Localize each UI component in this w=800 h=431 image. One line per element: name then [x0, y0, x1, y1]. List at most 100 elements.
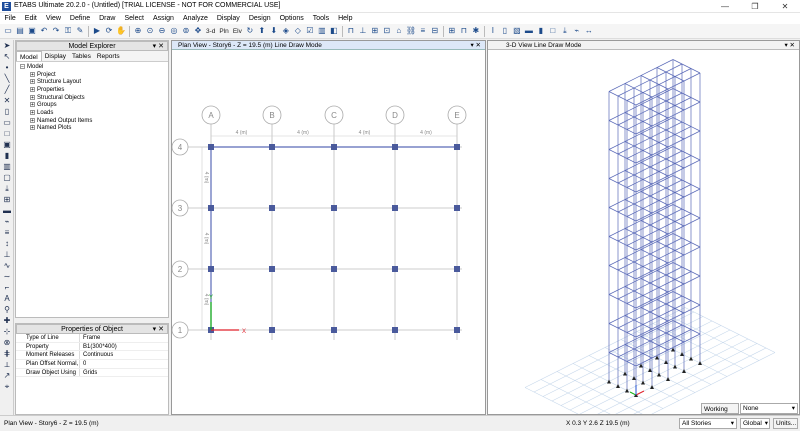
- view-3d-button[interactable]: 3-d: [206, 28, 215, 35]
- draw-floor-icon[interactable]: ▭: [2, 118, 12, 127]
- design-icon[interactable]: ⌂: [394, 26, 404, 36]
- draw-stack-wall-icon[interactable]: ▥: [2, 162, 12, 171]
- tree-item-named-plots[interactable]: + Named Plots: [20, 125, 168, 133]
- property-value[interactable]: Continuous: [80, 351, 113, 359]
- panel-close-icon[interactable]: ▾ ✕: [153, 325, 164, 334]
- tab-reports[interactable]: Reports: [94, 51, 123, 61]
- draw-dimension-icon[interactable]: ↕: [2, 239, 12, 248]
- property-row[interactable]: Moment Releases Continuous: [16, 351, 168, 361]
- draw-grid-icon[interactable]: ⊞: [2, 195, 12, 204]
- run-analysis-icon[interactable]: ▶: [92, 26, 102, 36]
- elevation-view-button[interactable]: Elv: [233, 28, 242, 35]
- plan-view-canvas[interactable]: A B C D E43214 (m) 4 (m) 4 (m) 4 (m)4 (m)4 (m)4…: [172, 50, 485, 414]
- display-options-icon[interactable]: ☑: [305, 26, 315, 36]
- extrude-icon[interactable]: ▥: [317, 26, 327, 36]
- wall-icon[interactable]: ▮: [536, 26, 546, 36]
- draw-beam-icon[interactable]: ╲: [2, 74, 12, 83]
- lock-icon[interactable]: ⚿: [63, 26, 73, 36]
- menu-tools[interactable]: Tools: [308, 13, 333, 24]
- menu-analyze[interactable]: Analyze: [178, 13, 212, 24]
- snap-ends-icon[interactable]: ⊹: [2, 327, 12, 336]
- zoom-in-icon[interactable]: ⊕: [133, 26, 143, 36]
- menu-assign[interactable]: Assign: [148, 13, 178, 24]
- perspective-icon[interactable]: ◈: [281, 26, 291, 36]
- collapse-icon[interactable]: −: [20, 64, 25, 70]
- member-forces-icon[interactable]: ⊞: [370, 26, 380, 36]
- units-button[interactable]: Units...: [773, 418, 798, 429]
- draw-wall-icon[interactable]: ▮: [2, 151, 12, 160]
- draw-slab-icon[interactable]: ▬: [2, 206, 12, 215]
- property-value[interactable]: Frame: [80, 334, 100, 342]
- grid-icon[interactable]: ⊞: [447, 26, 457, 36]
- snap-intersect-icon[interactable]: ⊗: [2, 338, 12, 347]
- draw-brace-icon[interactable]: ✕: [2, 96, 12, 105]
- expand-icon[interactable]: +: [30, 125, 35, 131]
- pencil-icon[interactable]: ✎: [75, 26, 85, 36]
- reactions-icon[interactable]: ⊥: [358, 26, 368, 36]
- expand-icon[interactable]: +: [30, 79, 35, 85]
- close-button[interactable]: ✕: [770, 0, 800, 13]
- undo-icon[interactable]: ↶: [39, 26, 49, 36]
- property-value[interactable]: B1(300*400): [80, 343, 117, 351]
- up-arrow-icon[interactable]: ⬆: [257, 26, 267, 36]
- tendon-icon[interactable]: ⌁: [572, 26, 582, 36]
- beam-icon[interactable]: I: [488, 26, 498, 36]
- redo-icon[interactable]: ↷: [51, 26, 61, 36]
- tree-item-project[interactable]: + Project: [20, 71, 168, 80]
- link-icon[interactable]: ⤓: [560, 26, 570, 36]
- draw-opening-icon[interactable]: ▢: [2, 173, 12, 182]
- open-folder-icon[interactable]: ▤: [15, 26, 25, 36]
- expand-icon[interactable]: +: [30, 87, 35, 93]
- hand-icon[interactable]: ✋: [116, 26, 126, 36]
- draw-developed-icon[interactable]: ⌐: [2, 283, 12, 292]
- menu-help[interactable]: Help: [334, 13, 357, 24]
- new-file-icon[interactable]: ▭: [3, 26, 13, 36]
- object-shrink-icon[interactable]: ◇: [293, 26, 303, 36]
- property-value[interactable]: 0: [80, 360, 86, 368]
- zoom-out-icon[interactable]: ⊖: [157, 26, 167, 36]
- quick-draw-area-icon[interactable]: ▣: [2, 140, 12, 149]
- menu-view[interactable]: View: [41, 13, 65, 24]
- minimize-button[interactable]: —: [710, 0, 740, 13]
- section-cut-icon[interactable]: ⊟: [430, 26, 440, 36]
- snap-grid-icon[interactable]: ⋕: [2, 349, 12, 358]
- pointer-icon[interactable]: ➤: [2, 41, 12, 50]
- draw-column-icon[interactable]: ▯: [2, 107, 12, 116]
- menu-file[interactable]: File: [0, 13, 20, 24]
- column-icon[interactable]: ▯: [500, 26, 510, 36]
- expand-icon[interactable]: +: [30, 71, 35, 77]
- tree-item-structure-layout[interactable]: + Structure Layout: [20, 79, 168, 87]
- zoom-previous-icon[interactable]: ◎: [169, 26, 179, 36]
- tab-tables[interactable]: Tables: [69, 51, 94, 61]
- tree-item-properties[interactable]: + Properties: [20, 87, 168, 95]
- property-row[interactable]: Type of Line Frame: [16, 334, 168, 343]
- dimension-icon[interactable]: ↔: [584, 26, 594, 36]
- menu-display[interactable]: Display: [212, 13, 244, 24]
- working-plane-select[interactable]: None ▾: [740, 403, 798, 414]
- snap-icon[interactable]: ✚: [2, 316, 12, 325]
- tree-item-loads[interactable]: + Loads: [20, 110, 168, 118]
- draw-rectangle-icon[interactable]: □: [2, 129, 12, 138]
- shell-stresses-icon[interactable]: ⊡: [382, 26, 392, 36]
- menu-draw[interactable]: Draw: [95, 13, 120, 24]
- draw-strip-icon[interactable]: ∿: [2, 261, 12, 270]
- menu-design[interactable]: Design: [244, 13, 275, 24]
- property-row[interactable]: Property B1(300*400): [16, 342, 168, 352]
- draw-rebar-icon[interactable]: ≡: [2, 228, 12, 237]
- tree-item-structural-objects[interactable]: + Structural Objects: [20, 94, 168, 103]
- draw-link-icon[interactable]: ⤓: [2, 184, 12, 193]
- story-icon[interactable]: ≡: [418, 26, 428, 36]
- menu-select[interactable]: Select: [120, 13, 148, 24]
- tools-icon[interactable]: ✱: [471, 26, 481, 36]
- tree-item-named-output-items[interactable]: + Named Output Items: [20, 117, 168, 126]
- floor-icon[interactable]: ▬: [524, 26, 534, 36]
- plan-view-button[interactable]: Pln: [219, 28, 228, 35]
- menu-options[interactable]: Options: [275, 13, 308, 24]
- quick-draw-beam-icon[interactable]: ╱: [2, 85, 12, 94]
- view-3d-window[interactable]: 3-D View Line Draw Mode ▾ ✕: [487, 40, 800, 415]
- rotate-3d-icon[interactable]: ↻: [245, 26, 255, 36]
- expand-icon[interactable]: +: [30, 94, 35, 100]
- pan-icon[interactable]: ✥: [193, 26, 203, 36]
- plan-view-window[interactable]: Plan View - Story6 - Z = 19.5 (m) Line D…: [171, 40, 486, 415]
- expand-icon[interactable]: +: [30, 110, 35, 116]
